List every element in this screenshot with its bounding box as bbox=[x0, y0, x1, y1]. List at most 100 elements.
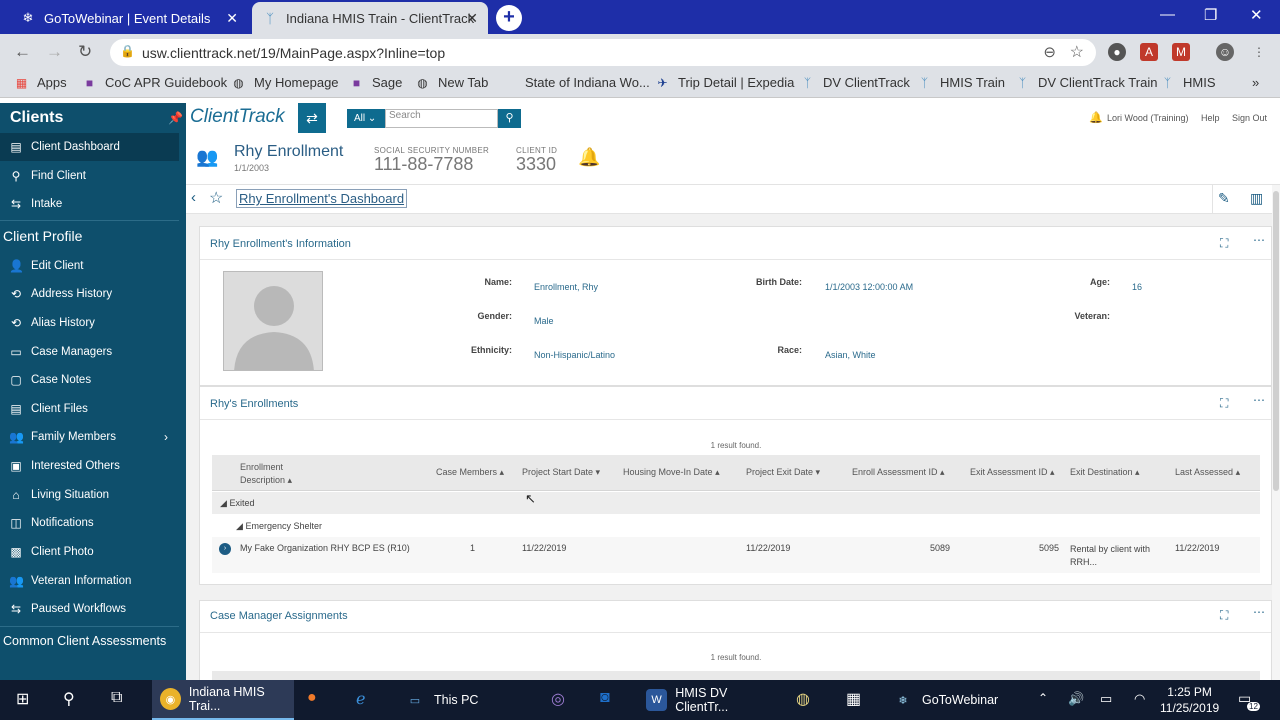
bookmark-state-indiana[interactable]: State of Indiana Wo... bbox=[502, 75, 650, 90]
more-icon[interactable]: ⋯ bbox=[1253, 393, 1265, 407]
sidebar-item-client-files[interactable]: ▤ Client Files bbox=[0, 395, 179, 423]
expand-icon[interactable]: ⛶ bbox=[1220, 236, 1228, 251]
col-enrollment-description[interactable]: Enrollment Description ▴ bbox=[240, 461, 292, 487]
bookmark-coc[interactable]: ■ CoC APR Guidebook bbox=[82, 75, 227, 90]
col-case-members[interactable]: Case Members ▴ bbox=[436, 467, 504, 478]
app-icon[interactable]: ◍ bbox=[796, 689, 810, 709]
scrollbar-thumb[interactable] bbox=[1273, 191, 1279, 491]
col-housing-move-in-date[interactable]: Housing Move-In Date ▴ bbox=[623, 467, 720, 478]
zoom-icon[interactable]: ⊖ bbox=[1043, 43, 1056, 61]
layout-icon[interactable]: ▥ bbox=[1250, 190, 1263, 207]
reload-icon[interactable]: ↻ bbox=[78, 42, 92, 62]
shield-extension-icon[interactable]: M bbox=[1172, 43, 1190, 61]
search-input[interactable]: Search bbox=[385, 109, 498, 128]
taskbar-app-chrome[interactable]: ◉ Indiana HMIS Trai... bbox=[152, 680, 294, 720]
url-input[interactable]: 🔒 usw.clienttrack.net/19/MainPage.aspx?I… bbox=[110, 39, 1096, 66]
close-window-icon[interactable]: ✕ bbox=[1250, 6, 1263, 24]
sidebar-item-case-notes[interactable]: ▢ Case Notes bbox=[0, 366, 179, 394]
col-project-start-date[interactable]: Project Start Date ▾ bbox=[522, 467, 600, 478]
bookmark-expedia[interactable]: ✈ Trip Detail | Expedia bbox=[655, 75, 794, 90]
edit-icon[interactable]: ✎ bbox=[1218, 190, 1230, 207]
group-row-exited[interactable]: ◢ Exited bbox=[212, 492, 1260, 514]
bookmark-dv-clienttrack[interactable]: ᛉ DV ClientTrack bbox=[800, 75, 910, 90]
wifi-icon[interactable]: ◠ bbox=[1134, 691, 1145, 707]
sidebar-item-living-situation[interactable]: ⌂ Living Situation bbox=[0, 481, 179, 509]
browser-tab-gotowebinar[interactable]: ❄ GoToWebinar | Event Details ✕ bbox=[10, 2, 248, 34]
pin-icon[interactable]: 📌 bbox=[168, 111, 183, 125]
bookmark-hmis[interactable]: ᛉ HMIS bbox=[1160, 75, 1216, 90]
sidebar-item-veteran-information[interactable]: 👥 Veteran Information bbox=[0, 567, 179, 595]
more-icon[interactable]: ⋯ bbox=[1253, 233, 1265, 247]
close-icon[interactable]: ✕ bbox=[226, 10, 238, 27]
sign-out-link[interactable]: Sign Out bbox=[1232, 113, 1267, 123]
app-icon[interactable]: ◎ bbox=[551, 689, 565, 709]
taskbar-app-this-pc[interactable]: ▭ This PC bbox=[396, 680, 536, 720]
calculator-icon[interactable]: ▦ bbox=[846, 689, 861, 709]
sidebar-item-find-client[interactable]: ⚲ Find Client bbox=[0, 162, 179, 190]
subgroup-row-emergency-shelter[interactable]: ◢ Emergency Shelter bbox=[212, 515, 1260, 537]
dashboard-title[interactable]: Rhy Enrollment's Dashboard bbox=[236, 189, 408, 208]
ie-icon[interactable]: ℯ bbox=[356, 689, 365, 709]
profile-icon[interactable]: ☺ bbox=[1216, 43, 1234, 61]
help-link[interactable]: Help bbox=[1201, 113, 1220, 123]
col-project-exit-date[interactable]: Project Exit Date ▾ bbox=[746, 467, 820, 478]
back-icon[interactable]: ← bbox=[14, 42, 31, 62]
bookmark-hmis-train[interactable]: ᛉ HMIS Train bbox=[917, 75, 1005, 90]
taskbar-app-gotowebinar[interactable]: ❄ GoToWebinar bbox=[884, 680, 1004, 720]
close-icon[interactable]: ✕ bbox=[466, 10, 478, 27]
sidebar-item-alias-history[interactable]: ⟲ Alias History bbox=[0, 309, 179, 337]
minimize-icon[interactable]: — bbox=[1160, 6, 1175, 23]
bookmark-homepage[interactable]: ◍ My Homepage bbox=[231, 75, 338, 90]
forward-icon[interactable]: → bbox=[46, 42, 63, 62]
expand-icon[interactable]: ⛶ bbox=[1220, 608, 1228, 623]
sidebar-item-interested-others[interactable]: ▣ Interested Others bbox=[0, 452, 179, 480]
page-scrollbar[interactable] bbox=[1272, 185, 1280, 680]
sidebar-item-paused-workflows[interactable]: ⇆ Paused Workflows bbox=[0, 595, 179, 623]
sidebar-item-edit-client[interactable]: 👤 Edit Client bbox=[0, 252, 179, 280]
open-row-icon[interactable]: › bbox=[219, 543, 231, 555]
clienttrack-logo[interactable]: ClientTrack bbox=[190, 106, 285, 128]
menu-icon[interactable]: ⋮ bbox=[1250, 43, 1268, 61]
battery-icon[interactable]: ▭ bbox=[1100, 691, 1112, 707]
bookmark-apps[interactable]: ▦ Apps bbox=[14, 75, 67, 90]
firefox-icon[interactable]: ● bbox=[307, 689, 317, 707]
bookmark-star-icon[interactable]: ☆ bbox=[1070, 42, 1084, 62]
new-tab-button[interactable]: + bbox=[496, 5, 522, 31]
windows-start-icon[interactable]: ⊞ bbox=[16, 689, 29, 709]
extension-icon[interactable]: ● bbox=[1108, 43, 1126, 61]
taskbar-app-word[interactable]: W HMIS DV ClientTr... bbox=[638, 680, 780, 720]
sidebar-item-notifications[interactable]: ◫ Notifications bbox=[0, 509, 179, 537]
outlook-icon[interactable]: ◙ bbox=[600, 689, 610, 707]
search-icon[interactable]: ⚲ bbox=[63, 689, 75, 709]
bell-icon[interactable]: 🔔 bbox=[578, 147, 600, 168]
sidebar-item-client-photo[interactable]: ▩ Client Photo bbox=[0, 538, 179, 566]
search-scope-select[interactable]: All ⌄ bbox=[347, 109, 385, 128]
pdf-extension-icon[interactable]: A bbox=[1140, 43, 1158, 61]
col-last-assessed[interactable]: Last Assessed ▴ bbox=[1175, 467, 1240, 478]
more-bookmarks-icon[interactable]: » bbox=[1252, 75, 1259, 90]
volume-icon[interactable]: 🔊 bbox=[1068, 691, 1084, 707]
favorite-star-icon[interactable]: ☆ bbox=[209, 188, 223, 208]
expand-icon[interactable]: ⛶ bbox=[1220, 396, 1228, 411]
chevron-right-icon[interactable]: › bbox=[164, 430, 168, 444]
browser-tab-clienttrack[interactable]: ᛉ Indiana HMIS Train - ClientTrack ✕ bbox=[252, 2, 488, 34]
bell-icon[interactable]: 🔔 bbox=[1089, 111, 1103, 124]
back-chevron-icon[interactable]: ‹ bbox=[191, 189, 196, 206]
chevron-up-icon[interactable]: ⌃ bbox=[1038, 691, 1048, 705]
switch-icon[interactable]: ⇄ bbox=[298, 103, 326, 133]
col-enroll-assessment-id[interactable]: Enroll Assessment ID ▴ bbox=[852, 467, 945, 478]
sidebar-item-client-dashboard[interactable]: ▤ Client Dashboard bbox=[0, 133, 179, 161]
search-icon[interactable]: ⚲ bbox=[498, 109, 521, 128]
user-name[interactable]: Lori Wood (Training) bbox=[1107, 113, 1189, 123]
sidebar-item-intake[interactable]: ⇆ Intake bbox=[0, 190, 179, 218]
bookmark-sage[interactable]: ■ Sage bbox=[349, 75, 403, 90]
bookmark-dv-clienttrack-train[interactable]: ᛉ DV ClientTrack Train bbox=[1015, 75, 1158, 90]
sidebar-header-client-profile[interactable]: Client Profile bbox=[3, 228, 82, 244]
sidebar-item-case-managers[interactable]: ▭ Case Managers bbox=[0, 338, 179, 366]
sidebar-header-common-assessments[interactable]: Common Client Assessments bbox=[3, 633, 173, 649]
taskbar-clock[interactable]: 1:25 PM 11/25/2019 bbox=[1160, 684, 1219, 716]
more-icon[interactable]: ⋯ bbox=[1253, 605, 1265, 619]
sidebar-item-address-history[interactable]: ⟲ Address History bbox=[0, 280, 179, 308]
task-view-icon[interactable]: ⧉ bbox=[111, 689, 122, 707]
sidebar-item-family-members[interactable]: 👥 Family Members › bbox=[0, 423, 179, 451]
